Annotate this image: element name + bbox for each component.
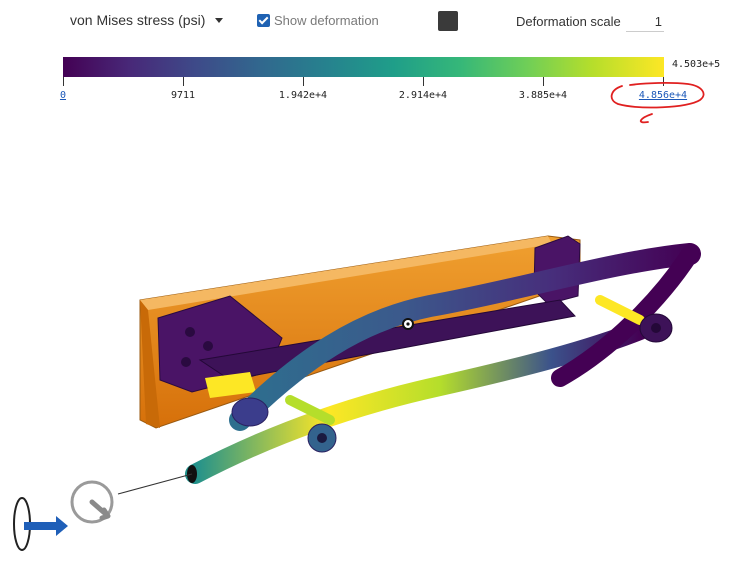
caret-down-icon [215, 17, 224, 23]
colorbar-max-label: 4.503e+5 [672, 59, 721, 70]
tick-mark [423, 77, 424, 86]
deformation-color-swatch[interactable] [438, 11, 458, 31]
right-mount-lug [639, 313, 673, 343]
result-type-label: von Mises stress (psi) [70, 12, 206, 28]
tick-mark [63, 77, 64, 86]
deformation-scale-input[interactable] [626, 11, 664, 32]
moment-arrow-icon [89, 499, 111, 521]
tick-mark [303, 77, 304, 86]
tick-label: 2.914e+4 [398, 90, 448, 101]
stress-legend: 4.503e+5 0 9711 1.942e+4 2.914e+4 3.885e… [0, 50, 736, 124]
colorbar-gradient [63, 57, 664, 77]
tick-mark [543, 77, 544, 86]
deformation-scale-label: Deformation scale [516, 14, 621, 29]
result-type-dropdown[interactable]: von Mises stress (psi) [70, 12, 224, 28]
results-toolbar: von Mises stress (psi) Show deformation … [0, 0, 736, 46]
simulation-viewport[interactable] [0, 112, 736, 568]
tick-label: 3.885e+4 [518, 90, 568, 101]
show-deformation-checkbox[interactable] [257, 14, 270, 27]
tick-label: 1.942e+4 [278, 90, 328, 101]
tick-mark [183, 77, 184, 86]
show-deformation-label: Show deformation [274, 13, 379, 28]
boundary-condition-glyphs[interactable] [10, 472, 130, 562]
tick-label: 9711 [170, 90, 196, 101]
show-deformation-toggle[interactable]: Show deformation [257, 13, 379, 28]
legend-min-link[interactable]: 0 [60, 90, 66, 101]
